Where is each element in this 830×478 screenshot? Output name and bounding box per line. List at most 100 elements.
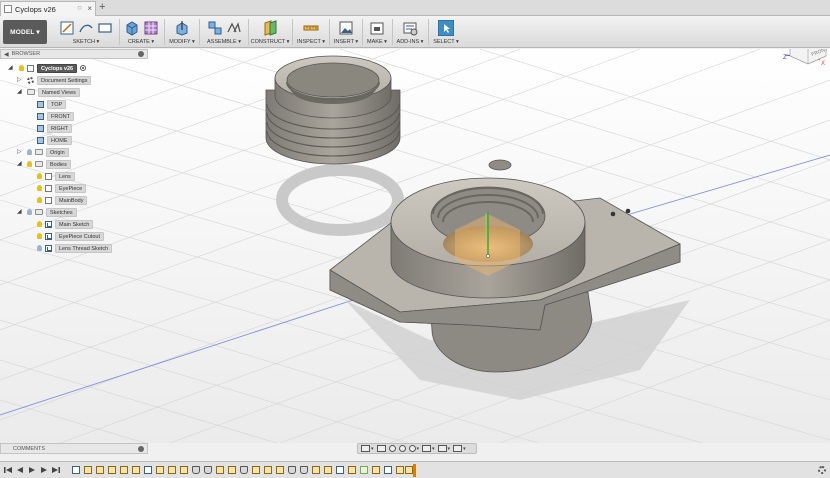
- pattern-icon[interactable]: [143, 20, 159, 36]
- visibility-bulb-icon[interactable]: [37, 233, 42, 239]
- tree-body-mainbody[interactable]: MainBody: [37, 195, 88, 205]
- visibility-bulb-icon[interactable]: [27, 161, 32, 167]
- timeline-marker[interactable]: [413, 464, 416, 477]
- visibility-bulb-icon[interactable]: [37, 197, 42, 203]
- modify-group[interactable]: MODIFY ▾: [167, 18, 197, 46]
- timeline-extrude-icon[interactable]: [396, 466, 404, 474]
- timeline-extrude-icon[interactable]: [108, 466, 116, 474]
- timeline-sketch-icon[interactable]: [336, 466, 344, 474]
- viewcube[interactable]: FRONT Z X: [783, 49, 829, 67]
- orbit-icon[interactable]: [361, 445, 370, 452]
- select-arrow-icon[interactable]: [438, 19, 454, 36]
- timeline-thread-icon[interactable]: [204, 466, 212, 474]
- tree-view-right[interactable]: RIGHT: [37, 123, 73, 133]
- scripts-icon[interactable]: [402, 20, 418, 36]
- visibility-bulb-icon[interactable]: [27, 149, 32, 155]
- timeline-thread-icon[interactable]: [288, 466, 296, 474]
- insert-image-icon[interactable]: [338, 20, 354, 36]
- timeline-extrude-icon[interactable]: [324, 466, 332, 474]
- tree-sketch-eyepiece-cutout[interactable]: EyePiece Cutout: [37, 231, 104, 241]
- extrude-icon[interactable]: [124, 20, 140, 36]
- tree-body-lens[interactable]: Lens: [37, 171, 75, 181]
- inspect-group[interactable]: INSPECT ▾: [295, 18, 327, 46]
- expand-icon[interactable]: ◢: [8, 65, 14, 71]
- tree-view-top[interactable]: TOP: [37, 99, 67, 109]
- press-pull-icon[interactable]: [174, 20, 190, 36]
- timeline-thread-icon[interactable]: [240, 466, 248, 474]
- tree-document-settings[interactable]: ▷ Document Settings: [17, 75, 92, 85]
- timeline-thread-icon[interactable]: [300, 466, 308, 474]
- offset-plane-icon[interactable]: [262, 19, 278, 36]
- collapse-browser-icon[interactable]: ◀: [4, 51, 9, 58]
- timeline-sketch-icon[interactable]: [144, 466, 152, 474]
- display-settings-icon[interactable]: [422, 445, 432, 452]
- timeline-extrude-icon[interactable]: [348, 466, 356, 474]
- expand-icon[interactable]: ◢: [17, 161, 23, 167]
- select-group[interactable]: SELECT ▾: [431, 18, 461, 46]
- sketch-group[interactable]: SKETCH ▾: [54, 18, 118, 46]
- timeline-extrude-icon[interactable]: [96, 466, 104, 474]
- timeline-extrude-icon[interactable]: [252, 466, 260, 474]
- insert-group[interactable]: INSERT ▾: [332, 18, 360, 46]
- play-icon[interactable]: [28, 466, 36, 474]
- go-to-end-icon[interactable]: [52, 466, 60, 474]
- tree-sketch-lens-thread[interactable]: Lens Thread Sketch: [37, 243, 113, 253]
- tree-sketch-main[interactable]: Main Sketch: [37, 219, 94, 229]
- visibility-bulb-icon[interactable]: [37, 245, 42, 251]
- timeline-settings-gear-icon[interactable]: [818, 466, 826, 474]
- timeline-extrude-icon[interactable]: [168, 466, 176, 474]
- expand-icon[interactable]: ◢: [17, 89, 23, 95]
- create-sketch-icon[interactable]: [59, 20, 75, 36]
- tree-view-home[interactable]: HOME: [37, 135, 72, 145]
- tree-named-views[interactable]: ◢ Named Views: [17, 87, 80, 97]
- zoom-icon[interactable]: [398, 445, 406, 452]
- visibility-bulb-icon[interactable]: [27, 209, 32, 215]
- look-at-icon[interactable]: [376, 445, 386, 452]
- rectangle-icon[interactable]: [97, 20, 113, 36]
- assemble-group[interactable]: ASSEMBLE ▾: [202, 18, 246, 46]
- construct-group[interactable]: CONSTRUCT ▾: [250, 18, 290, 46]
- timeline-thread-icon[interactable]: [192, 466, 200, 474]
- timeline-extrude-icon[interactable]: [228, 466, 236, 474]
- 3d-print-icon[interactable]: [369, 20, 385, 36]
- main-body[interactable]: [329, 159, 681, 373]
- timeline-sketch-icon[interactable]: [384, 466, 392, 474]
- tab-document[interactable]: Cyclops v26 ○ ×: [0, 1, 96, 16]
- tree-origin[interactable]: ▷ Origin: [17, 147, 69, 157]
- fit-icon[interactable]: [408, 445, 416, 452]
- new-tab-button[interactable]: +: [99, 1, 105, 14]
- add-ins-group[interactable]: ADD-INS ▾: [395, 18, 425, 46]
- grid-settings-icon[interactable]: [437, 445, 447, 452]
- timeline-extrude-icon[interactable]: [276, 466, 284, 474]
- create-group[interactable]: CREATE ▾: [121, 18, 161, 46]
- measure-icon[interactable]: [303, 20, 319, 36]
- new-component-icon[interactable]: [207, 20, 223, 36]
- tree-bodies[interactable]: ◢ Bodies: [17, 159, 71, 169]
- visibility-bulb-icon[interactable]: [19, 65, 24, 71]
- make-group[interactable]: MAKE ▾: [364, 18, 390, 46]
- tree-view-front[interactable]: FRONT: [37, 111, 74, 121]
- joint-icon[interactable]: [226, 20, 242, 36]
- go-to-start-icon[interactable]: [4, 466, 12, 474]
- tree-sketches[interactable]: ◢ Sketches: [17, 207, 77, 217]
- expand-icon[interactable]: ◢: [17, 209, 23, 215]
- timeline-extrude-icon[interactable]: [156, 466, 164, 474]
- timeline-sketch-icon[interactable]: [72, 466, 80, 474]
- timeline-extrude-icon[interactable]: [84, 466, 92, 474]
- timeline-extrude-icon[interactable]: [264, 466, 272, 474]
- pan-icon[interactable]: [388, 445, 396, 452]
- browser-pin-icon[interactable]: [138, 51, 144, 57]
- step-back-icon[interactable]: [16, 466, 24, 474]
- activate-radio-icon[interactable]: [80, 65, 87, 71]
- step-forward-icon[interactable]: [40, 466, 48, 474]
- expand-icon[interactable]: ▷: [17, 77, 23, 83]
- workspace-switcher[interactable]: MODEL ▾: [3, 20, 47, 44]
- timeline-extrude-icon[interactable]: [312, 466, 320, 474]
- timeline-extrude-icon[interactable]: [405, 466, 413, 474]
- viewports-icon[interactable]: [453, 445, 463, 452]
- visibility-bulb-icon[interactable]: [37, 173, 42, 179]
- timeline-extrude-icon[interactable]: [132, 466, 140, 474]
- 3d-viewport[interactable]: FRONT Z X: [0, 49, 830, 443]
- tree-body-eyepiece[interactable]: EyePiece: [37, 183, 87, 193]
- timeline-extrude-icon[interactable]: [120, 466, 128, 474]
